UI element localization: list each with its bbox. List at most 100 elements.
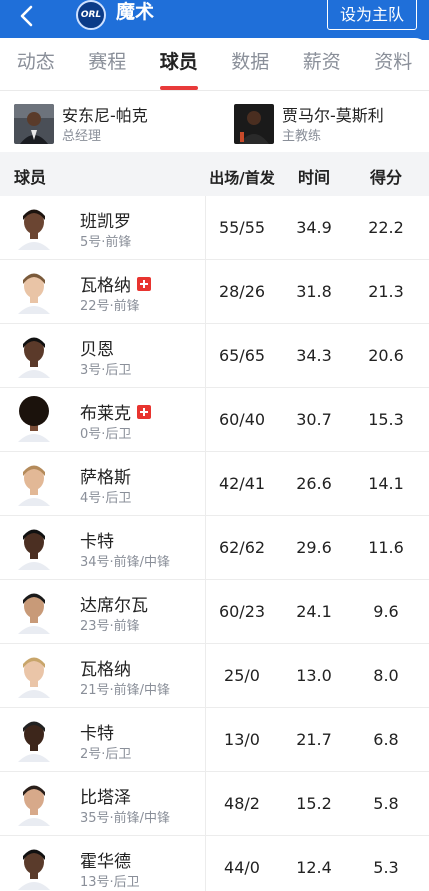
player-name-cell: 布莱克: [80, 399, 151, 424]
points: 15.3: [368, 410, 404, 429]
header-points[interactable]: 得分: [350, 160, 422, 196]
player-number-position: 22号·前锋: [80, 299, 140, 314]
games-started: 48/2: [224, 794, 260, 813]
header-minutes[interactable]: 时间: [278, 160, 350, 196]
player-name-cell: 霍华德: [80, 847, 131, 872]
minutes: 13.0: [296, 666, 332, 685]
player-row[interactable]: 卡特 2号·后卫 13/0 21.7 6.8: [0, 708, 429, 772]
coach-role: 主教练: [282, 129, 322, 144]
player-name: 萨格斯: [80, 468, 131, 488]
minutes: 34.9: [296, 218, 332, 237]
player-number-position: 13号·后卫: [80, 875, 140, 890]
player-name-cell: 瓦格纳: [80, 655, 131, 680]
player-row[interactable]: 达席尔瓦 23号·前锋 60/23 24.1 9.6: [0, 580, 429, 644]
player-row[interactable]: 萨格斯 4号·后卫 42/41 26.6 14.1: [0, 452, 429, 516]
points: 14.1: [368, 474, 404, 493]
games-started: 42/41: [218, 474, 266, 493]
minutes: 24.1: [296, 602, 332, 621]
team-logo: ORL: [76, 0, 106, 30]
player-avatar: [14, 588, 54, 634]
games-started: 62/62: [218, 538, 266, 557]
tab-bar: 动态 赛程 球员 数据 薪资 资料: [0, 38, 429, 90]
player-name-cell: 卡特: [80, 527, 114, 552]
player-name: 卡特: [80, 724, 114, 744]
player-avatar: [14, 332, 54, 378]
injury-icon: [137, 404, 151, 419]
points: 6.8: [373, 730, 399, 749]
minutes: 21.7: [296, 730, 332, 749]
staff-coach[interactable]: 贾马尔-莫斯利 主教练: [234, 98, 424, 150]
player-row[interactable]: 布莱克 0号·后卫 60/40 30.7 15.3: [0, 388, 429, 452]
minutes: 31.8: [296, 282, 332, 301]
team-name: 魔术: [116, 1, 155, 23]
tab-profile[interactable]: 资料: [358, 38, 429, 90]
player-row[interactable]: 比塔泽 35号·前锋/中锋 48/2 15.2 5.8: [0, 772, 429, 836]
player-name: 瓦格纳: [80, 276, 131, 296]
header-games[interactable]: 出场/首发: [206, 160, 278, 196]
games-started: 55/55: [218, 218, 266, 237]
points: 5.8: [373, 794, 399, 813]
points: 20.6: [368, 346, 404, 365]
player-name-cell: 比塔泽: [80, 783, 131, 808]
minutes: 15.2: [296, 794, 332, 813]
tab-salary[interactable]: 薪资: [286, 38, 358, 90]
player-avatar: [14, 716, 54, 762]
player-row[interactable]: 瓦格纳 21号·前锋/中锋 25/0 13.0 8.0: [0, 644, 429, 708]
player-avatar: [14, 204, 54, 250]
player-name: 卡特: [80, 532, 114, 552]
games-started: 13/0: [224, 730, 260, 749]
tab-players[interactable]: 球员: [143, 38, 215, 90]
player-name: 达席尔瓦: [80, 596, 148, 616]
player-number-position: 21号·前锋/中锋: [80, 683, 171, 698]
gm-role: 总经理: [62, 129, 102, 144]
player-name: 班凯罗: [80, 212, 131, 232]
player-name: 霍华德: [80, 852, 131, 872]
player-row[interactable]: 瓦格纳 22号·前锋 28/26 31.8 21.3: [0, 260, 429, 324]
player-name-cell: 贝恩: [80, 335, 114, 360]
top-bar: ORL 魔术 设为主队: [0, 0, 429, 40]
points: 5.3: [373, 858, 399, 877]
injury-icon: [137, 276, 151, 291]
coach-name: 贾马尔-莫斯利: [282, 106, 384, 125]
games-started: 28/26: [218, 282, 266, 301]
player-number-position: 5号·前锋: [80, 235, 132, 250]
player-number-position: 35号·前锋/中锋: [80, 811, 171, 826]
player-avatar: [14, 268, 54, 314]
player-row[interactable]: 班凯罗 5号·前锋 55/55 34.9 22.2: [0, 196, 429, 260]
section-divider: [0, 152, 429, 160]
player-number-position: 0号·后卫: [80, 427, 132, 442]
player-name: 比塔泽: [80, 788, 131, 808]
player-number-position: 4号·后卫: [80, 491, 132, 506]
player-name-cell: 瓦格纳: [80, 271, 151, 296]
player-row[interactable]: 贝恩 3号·后卫 65/65 34.3 20.6: [0, 324, 429, 388]
games-started: 65/65: [218, 346, 266, 365]
player-number-position: 3号·后卫: [80, 363, 132, 378]
tab-stats[interactable]: 数据: [215, 38, 287, 90]
player-number-position: 23号·前锋: [80, 619, 140, 634]
set-home-team-button[interactable]: 设为主队: [327, 0, 417, 30]
minutes: 34.3: [296, 346, 332, 365]
player-number-position: 34号·前锋/中锋: [80, 555, 171, 570]
player-name: 贝恩: [80, 340, 114, 360]
gm-photo: [14, 104, 54, 144]
tab-news[interactable]: 动态: [0, 38, 72, 90]
points: 22.2: [368, 218, 404, 237]
player-row[interactable]: 卡特 34号·前锋/中锋 62/62 29.6 11.6: [0, 516, 429, 580]
staff-section: 安东尼-帕克 总经理 贾马尔-莫斯利 主教练: [0, 98, 429, 150]
player-avatar: [14, 396, 54, 442]
games-started: 25/0: [224, 666, 260, 685]
chevron-left-icon: [20, 5, 33, 27]
player-name: 瓦格纳: [80, 660, 131, 680]
player-avatar: [14, 460, 54, 506]
back-button[interactable]: [14, 4, 38, 28]
header-player: 球员: [14, 168, 47, 187]
games-started: 60/40: [218, 410, 266, 429]
player-avatar: [14, 652, 54, 698]
player-row[interactable]: 霍华德 13号·后卫 44/0 12.4 5.3: [0, 836, 429, 891]
gm-name: 安东尼-帕克: [62, 106, 148, 125]
minutes: 26.6: [296, 474, 332, 493]
tab-schedule[interactable]: 赛程: [72, 38, 144, 90]
player-avatar: [14, 844, 54, 890]
points: 21.3: [368, 282, 404, 301]
staff-gm[interactable]: 安东尼-帕克 总经理: [14, 98, 214, 150]
